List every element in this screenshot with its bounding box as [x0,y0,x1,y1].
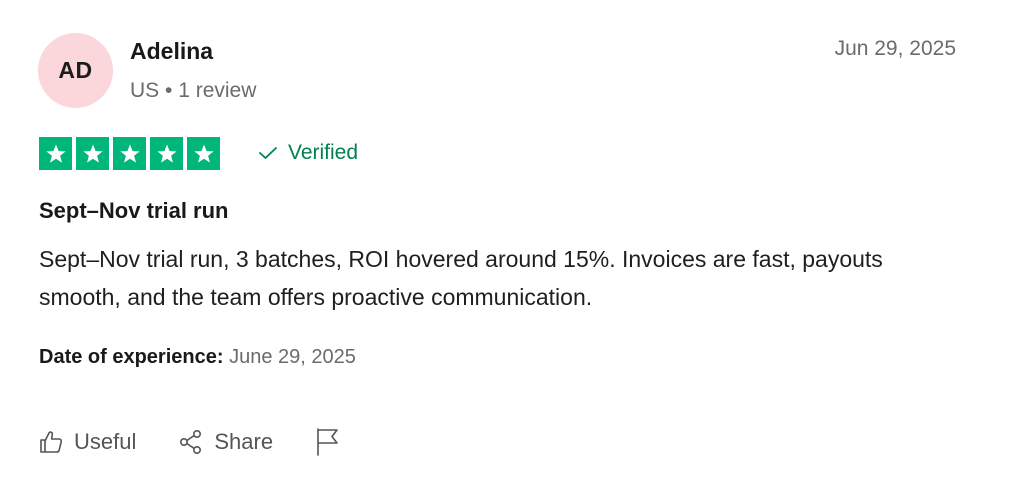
report-button[interactable] [315,427,341,457]
review-body: Sept–Nov trial run, 3 batches, ROI hover… [39,246,883,310]
star-icon [113,137,146,170]
experience-date: June 29, 2025 [229,346,356,368]
useful-label: Useful [74,429,137,454]
share-button[interactable]: Share [178,429,273,455]
star-icon [76,137,109,170]
avatar[interactable]: AD [38,33,113,108]
flag-icon [315,427,341,457]
star-rating [39,137,220,170]
checkmark-icon [258,146,278,160]
useful-button[interactable]: Useful [38,429,136,455]
thumbs-up-icon [38,429,64,455]
share-icon [178,429,204,455]
verified-label: Verified [288,141,359,164]
review-date: Jun 29, 2025 [834,37,956,60]
avatar-initials: AD [58,57,93,83]
reviewer-name[interactable]: Adelina [130,38,213,65]
date-of-experience: Date of experience: June 29, 2025 [39,346,356,369]
share-label: Share [214,429,274,454]
star-icon [187,137,220,170]
verified-badge[interactable]: Verified [258,141,358,165]
review-title: Sept–Nov trial run [39,198,229,223]
review-actions: Useful Share [38,427,341,457]
experience-label: Date of experience: [39,346,224,368]
star-icon [150,137,183,170]
review-card: AD Adelina US • 1 review Jun 29, 2025 Ve… [0,0,1024,481]
reviewer-meta: US • 1 review [130,79,257,102]
star-icon [39,137,72,170]
